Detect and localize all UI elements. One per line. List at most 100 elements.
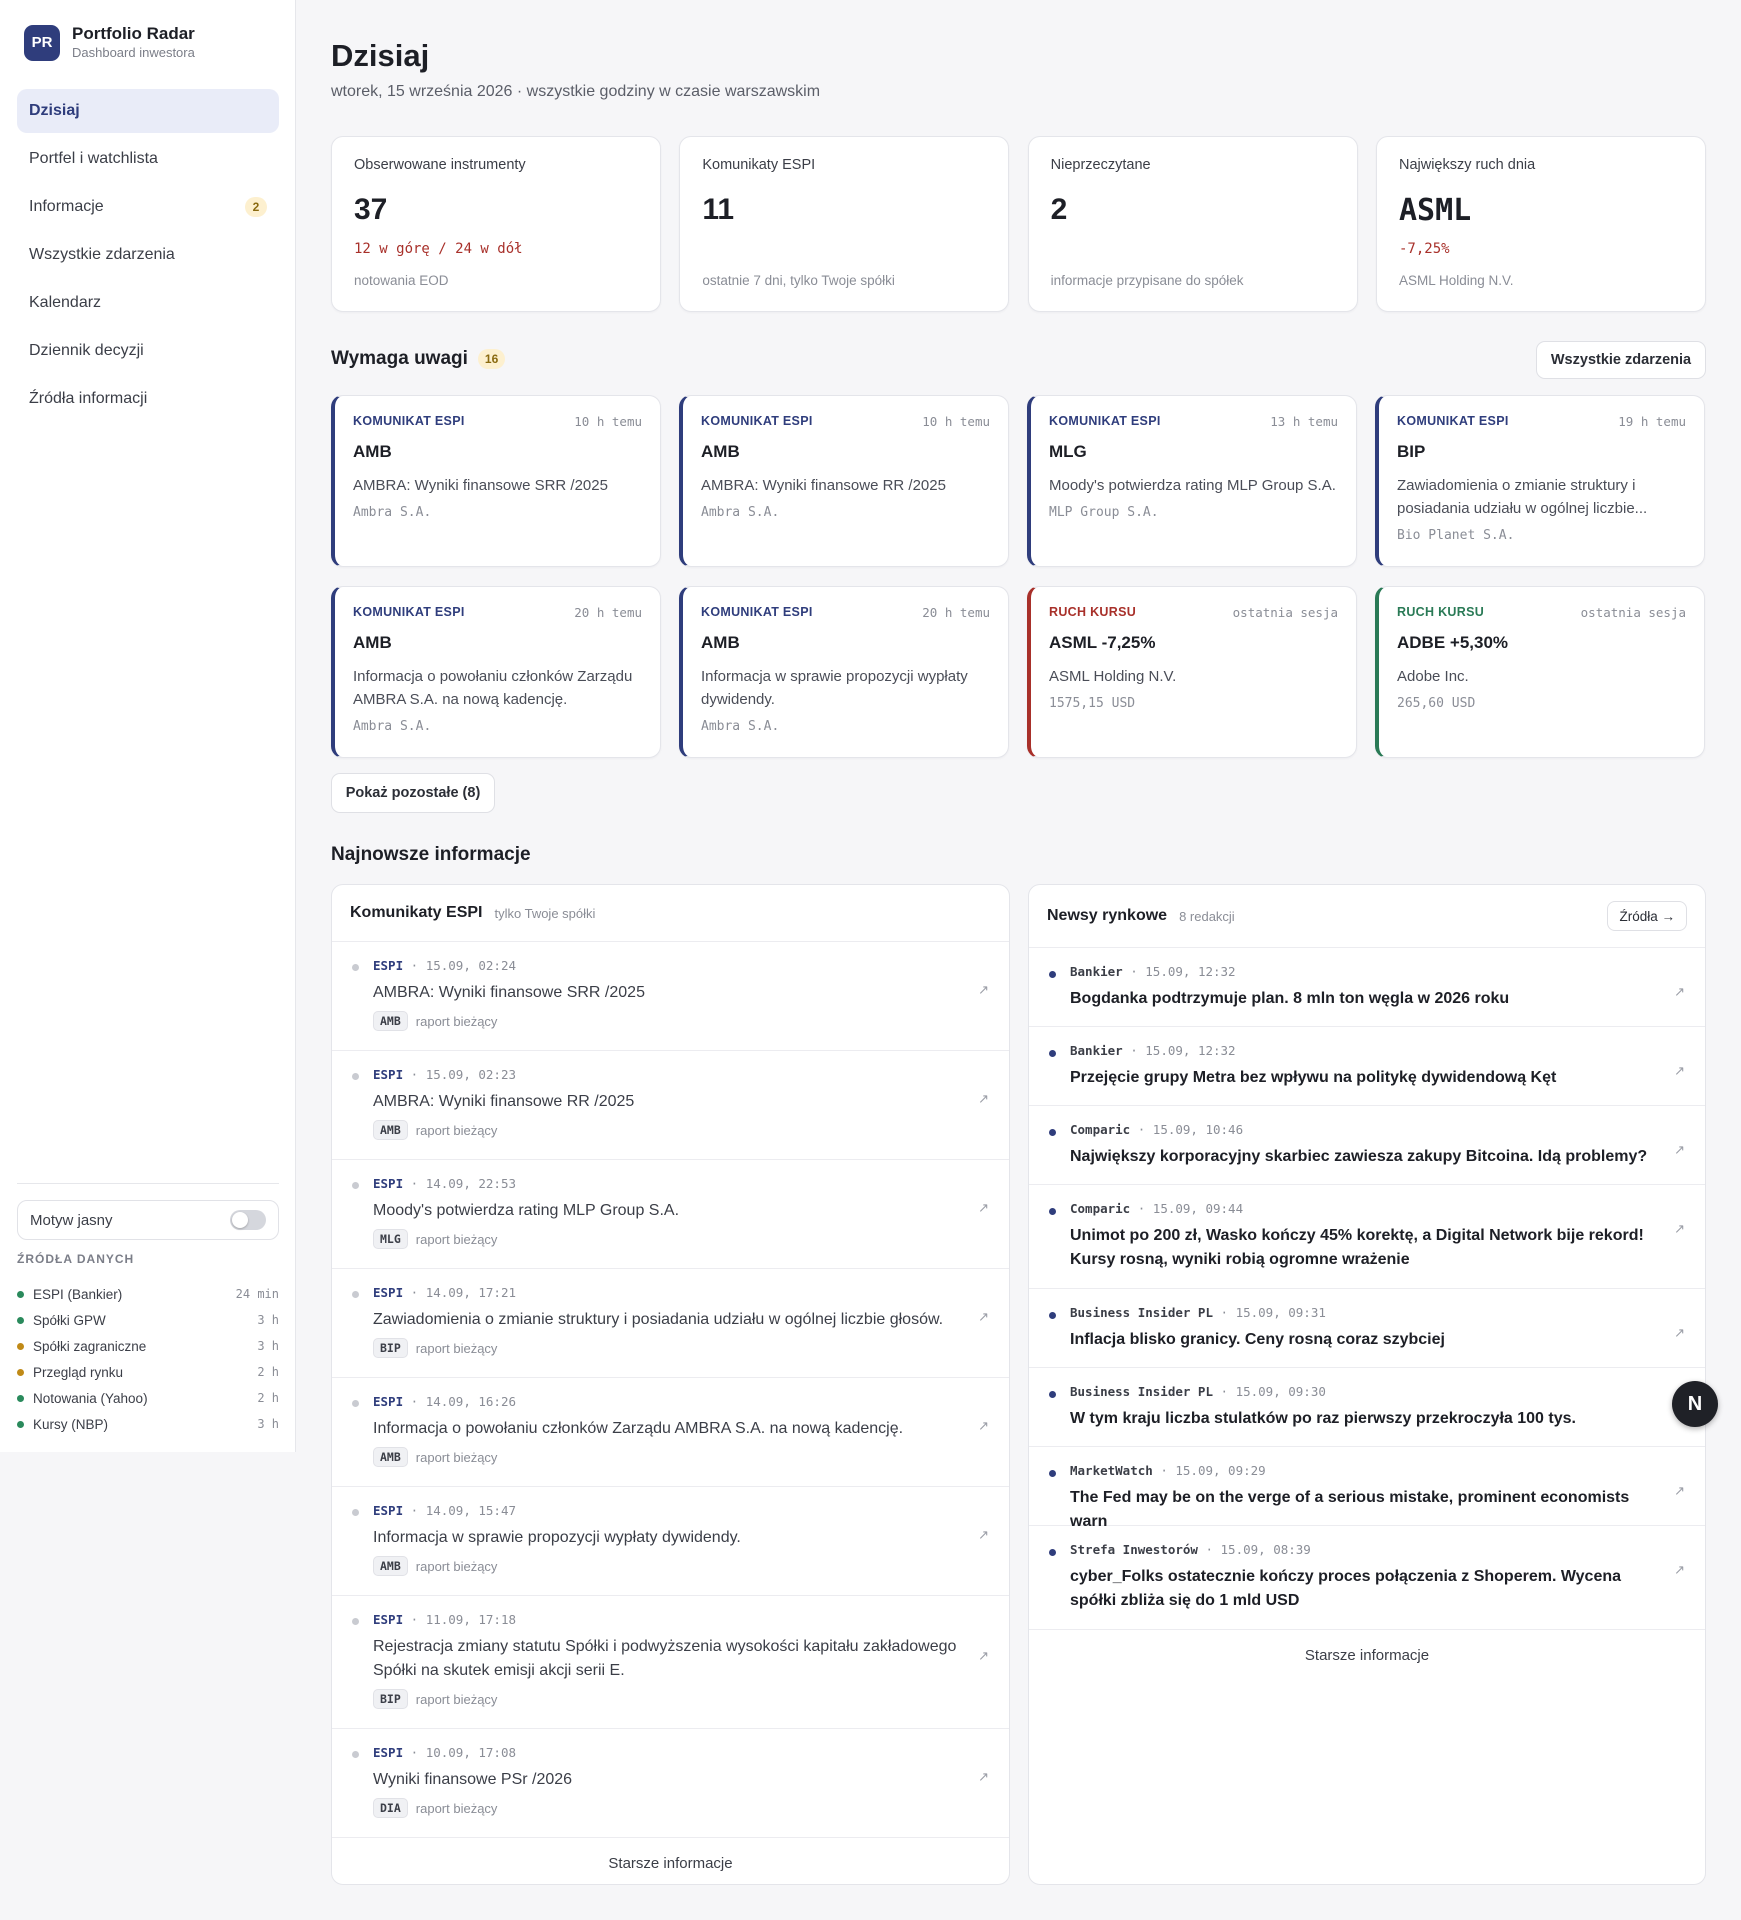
data-source-item: Przegląd rynku 2 h — [17, 1359, 279, 1385]
news-item-title: Inflacja blisko granicy. Ceny rosną cora… — [1070, 1331, 1445, 1348]
news-sources-button[interactable]: Źródła → — [1607, 901, 1687, 931]
show-more-button[interactable]: Pokaż pozostałe (8) — [331, 773, 495, 813]
sidebar-item-dzisiaj[interactable]: Dzisiaj — [17, 89, 279, 133]
external-link-icon[interactable]: ↗ — [1674, 1562, 1685, 1578]
espi-list-item[interactable]: ESPI · 14.09, 15:47 Informacja w sprawie … — [332, 1487, 1009, 1596]
attention-card-ticker: ADBE +5,30% — [1397, 633, 1509, 652]
espi-list-item[interactable]: ESPI · 14.09, 22:53 Moody's potwierdza ra… — [332, 1160, 1009, 1269]
data-source-left: Spółki zagraniczne — [17, 1339, 146, 1354]
news-list-item[interactable]: Bankier · 15.09, 12:32 Przejęcie grupy Me… — [1029, 1027, 1705, 1106]
espi-item-tags: AMB raport bieżący — [373, 1120, 965, 1140]
attention-card[interactable]: RUCH KURSU ostatnia sesja ASML -7,25% ASML … — [1027, 586, 1357, 758]
attention-card-title: ASML Holding N.V. — [1049, 668, 1177, 685]
external-link-icon[interactable]: ↗ — [978, 1769, 989, 1785]
news-list-item[interactable]: Strefa Inwestorów · 15.09, 08:39 cyber_Fo… — [1029, 1526, 1705, 1630]
news-list-item[interactable]: Business Insider PL · 15.09, 09:31 Inflac… — [1029, 1289, 1705, 1368]
espi-item-source: ESPI — [373, 1285, 404, 1300]
attention-card[interactable]: KOMUNIKAT ESPI 20 h temu AMB Informacja o p… — [331, 586, 661, 758]
news-item-meta: Comparic · 15.09, 09:44 — [1070, 1201, 1661, 1216]
sidebar-item-portfel-i-watchlista[interactable]: Portfel i watchlista — [17, 137, 279, 181]
attention-card[interactable]: KOMUNIKAT ESPI 13 h temu MLG Moody's potwie… — [1027, 395, 1357, 567]
espi-list-item[interactable]: ESPI · 14.09, 16:26 Informacja o powołani… — [332, 1378, 1009, 1487]
sidebar-item-informacje[interactable]: Informacje 2 — [17, 185, 279, 229]
espi-older-button[interactable]: Starsze informacje — [332, 1838, 1009, 1884]
espi-list-item[interactable]: ESPI · 11.09, 17:18 Rejestracja zmiany st… — [332, 1596, 1009, 1729]
sidebar-item-zrod-a-informacji[interactable]: Źródła informacji — [17, 377, 279, 421]
attention-card[interactable]: KOMUNIKAT ESPI 19 h temu BIP Zawiadomienia … — [1375, 395, 1705, 567]
espi-item-kind: raport bieżący — [415, 1449, 498, 1465]
data-source-name: Spółki zagraniczne — [33, 1338, 147, 1354]
news-list-item[interactable]: MarketWatch · 15.09, 09:29 The Fed may be… — [1029, 1447, 1705, 1530]
attention-card[interactable]: KOMUNIKAT ESPI 20 h temu AMB Informacja w s… — [679, 586, 1009, 758]
attention-card-ticker: AMB — [701, 442, 740, 461]
external-link-icon[interactable]: ↗ — [1674, 1063, 1685, 1079]
stat-card[interactable]: Komunikaty ESPI 11 ostatnie 7 dni, tylko T… — [679, 136, 1010, 312]
ticker-tag: AMB — [373, 1120, 408, 1140]
sidebar-item-kalendarz[interactable]: Kalendarz — [17, 281, 279, 325]
meta-separator: · — [403, 1394, 426, 1409]
assistant-fab[interactable]: N — [1672, 1381, 1718, 1427]
stat-card[interactable]: Obserwowane instrumenty 37 12 w górę / 24 … — [331, 136, 661, 312]
external-link-icon[interactable]: ↗ — [978, 1091, 989, 1107]
external-link-icon[interactable]: ↗ — [978, 1527, 989, 1543]
espi-item-tags: MLG raport bieżący — [373, 1229, 965, 1249]
external-link-icon[interactable]: ↗ — [1674, 984, 1685, 1000]
stat-card[interactable]: Największy ruch dnia ASML -7,25% ASML Holdi… — [1375, 136, 1706, 312]
attention-card[interactable]: KOMUNIKAT ESPI 10 h temu AMB AMBRA: Wyniki … — [331, 395, 661, 567]
bullet-icon — [1049, 1549, 1056, 1556]
attention-card-company: Ambra S.A. — [353, 719, 432, 734]
data-source-age: 3 h — [257, 1417, 279, 1431]
bullet-icon — [1049, 1129, 1056, 1136]
data-source-item: Notowania (Yahoo) 2 h — [17, 1385, 279, 1411]
brand[interactable]: PR Portfolio Radar Dashboard inwestora — [24, 24, 195, 61]
espi-item-meta: ESPI · 10.09, 17:08 — [373, 1745, 965, 1760]
external-link-icon[interactable]: ↗ — [978, 1648, 989, 1664]
all-events-button[interactable]: Wszystkie zdarzenia — [1536, 341, 1706, 379]
meta-separator: · — [1130, 1201, 1153, 1216]
external-link-icon[interactable]: ↗ — [978, 1200, 989, 1216]
espi-list-item[interactable]: ESPI · 14.09, 17:21 Zawiadomienia o zmian… — [332, 1269, 1009, 1378]
data-source-name: Kursy (NBP) — [33, 1416, 109, 1432]
latest-heading: Najnowsze informacje — [331, 844, 531, 866]
news-item-meta: MarketWatch · 15.09, 09:29 — [1070, 1463, 1661, 1478]
theme-toggle[interactable]: Motyw jasny — [17, 1200, 279, 1240]
espi-item-source: ESPI — [373, 1176, 404, 1191]
attention-card[interactable]: RUCH KURSU ostatnia sesja ADBE +5,30% Adobe… — [1375, 586, 1705, 758]
external-link-icon[interactable]: ↗ — [1674, 1142, 1685, 1158]
news-list-item[interactable]: Comparic · 15.09, 10:46 Największy korpor… — [1029, 1106, 1705, 1185]
attention-card[interactable]: KOMUNIKAT ESPI 10 h temu AMB AMBRA: Wyniki … — [679, 395, 1009, 567]
meta-separator: · — [1152, 1463, 1176, 1478]
external-link-icon[interactable]: ↗ — [1674, 1325, 1685, 1341]
bullet-icon — [352, 1509, 359, 1516]
data-source-name: ESPI (Bankier) — [33, 1286, 123, 1302]
attention-title: Wymaga uwagi — [331, 348, 468, 369]
attention-cards: KOMUNIKAT ESPI 10 h temu AMB AMBRA: Wyniki … — [331, 395, 1706, 758]
news-older-button[interactable]: Starsze informacje — [1029, 1630, 1705, 1680]
espi-item-source: ESPI — [373, 1745, 404, 1760]
espi-list-item[interactable]: ESPI · 10.09, 17:08 Wyniki finansowe PSr … — [332, 1729, 1009, 1838]
espi-list-item[interactable]: ESPI · 15.09, 02:24 AMBRA: Wyniki finanso… — [332, 942, 1009, 1051]
external-link-icon[interactable]: ↗ — [978, 1309, 989, 1325]
news-item-time: 15.09, 10:46 — [1152, 1122, 1244, 1137]
attention-card-company: Ambra S.A. — [701, 719, 780, 734]
stat-card[interactable]: Nieprzeczytane 2 informacje przypisane do … — [1027, 136, 1358, 312]
news-list-item[interactable]: Business Insider PL · 15.09, 09:30 W tym … — [1029, 1368, 1705, 1447]
external-link-icon[interactable]: ↗ — [1674, 1221, 1685, 1237]
news-list-item[interactable]: Bankier · 15.09, 12:32 Bogdanka podtrzymu… — [1029, 948, 1705, 1027]
attention-card-title: Informacja w sprawie propozycji wypłaty … — [701, 668, 968, 708]
ticker-tag: BIP — [373, 1689, 408, 1709]
brand-logo: PR — [24, 24, 60, 61]
espi-list-item[interactable]: ESPI · 15.09, 02:23 AMBRA: Wyniki finanso… — [332, 1051, 1009, 1160]
sidebar-item-dziennik-decyzji[interactable]: Dziennik decyzji — [17, 329, 279, 373]
data-source-item: Kursy (NBP) 3 h — [17, 1411, 279, 1437]
sidebar-item-wszystkie-zdarzenia[interactable]: Wszystkie zdarzenia — [17, 233, 279, 277]
external-link-icon[interactable]: ↗ — [1674, 1483, 1685, 1499]
news-item-time: 15.09, 09:44 — [1152, 1201, 1244, 1216]
external-link-icon[interactable]: ↗ — [978, 1418, 989, 1434]
attention-card-ticker: ASML -7,25% — [1049, 633, 1156, 652]
data-source-name: Spółki GPW — [33, 1312, 106, 1328]
sidebar-item-label: Informacje — [29, 198, 104, 215]
external-link-icon[interactable]: ↗ — [978, 982, 989, 998]
news-list-item[interactable]: Comparic · 15.09, 09:44 Unimot po 200 zł,… — [1029, 1185, 1705, 1289]
theme-switch[interactable] — [230, 1210, 266, 1230]
